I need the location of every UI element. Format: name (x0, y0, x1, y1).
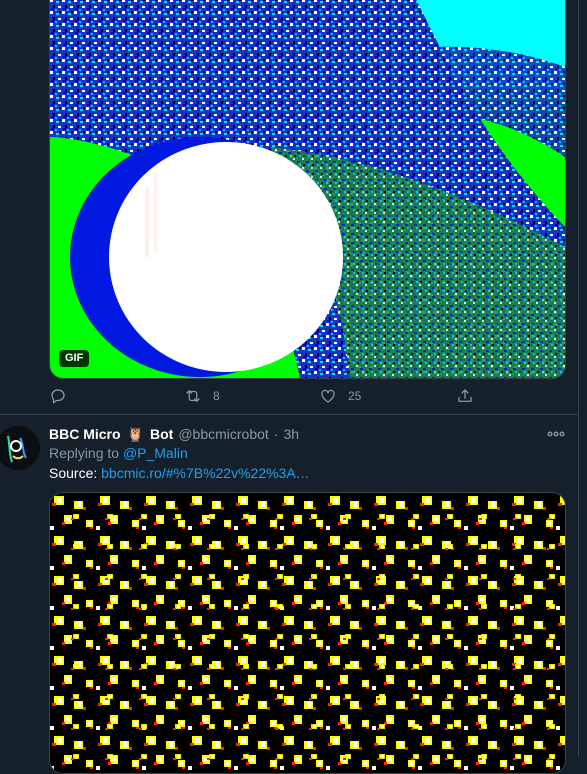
like-count: 25 (348, 389, 362, 403)
reply-icon (51, 389, 65, 404)
gif-badge: GIF (59, 350, 90, 367)
more-options-icon[interactable] (547, 429, 565, 439)
tweet-image-media[interactable] (49, 492, 566, 774)
replying-prefix: Replying to (49, 445, 120, 461)
separator-dot: · (273, 426, 279, 442)
left-rail (0, 0, 40, 757)
tweet-actions: 8 25 (49, 385, 529, 407)
retweet-count: 8 (213, 389, 220, 403)
share-icon (458, 389, 472, 402)
tweet-gif-media[interactable] (49, 0, 566, 379)
source-label: Source: (49, 465, 98, 481)
share-button[interactable] (456, 385, 474, 407)
owl-emoji-icon: 🦉 (126, 425, 144, 442)
retweet-icon (186, 390, 200, 402)
tweet-header: BBC Micro 🦉 Bot @bbcmicrobot · 3h (49, 425, 299, 443)
heart-icon (321, 389, 335, 403)
display-name[interactable]: BBC Micro (49, 426, 121, 442)
like-button[interactable]: 25 (319, 385, 361, 407)
retweet-button[interactable]: 8 (184, 385, 220, 407)
source-link[interactable]: bbcmic.ro/#%7B%22v%22%3A… (101, 465, 310, 481)
user-handle[interactable]: @bbcmicrobot (178, 426, 268, 442)
tweet-divider (0, 414, 578, 415)
replying-to-line: Replying to @P_Malin (49, 445, 188, 461)
reply-button[interactable] (49, 385, 78, 407)
tweet-timestamp[interactable]: 3h (283, 426, 299, 442)
display-name-suffix[interactable]: Bot (150, 426, 173, 442)
tweet-text: Source: bbcmic.ro/#%7B%22v%22%3A… (49, 465, 310, 481)
timeline-border (578, 0, 579, 757)
mention-link[interactable]: @P_Malin (123, 445, 188, 461)
